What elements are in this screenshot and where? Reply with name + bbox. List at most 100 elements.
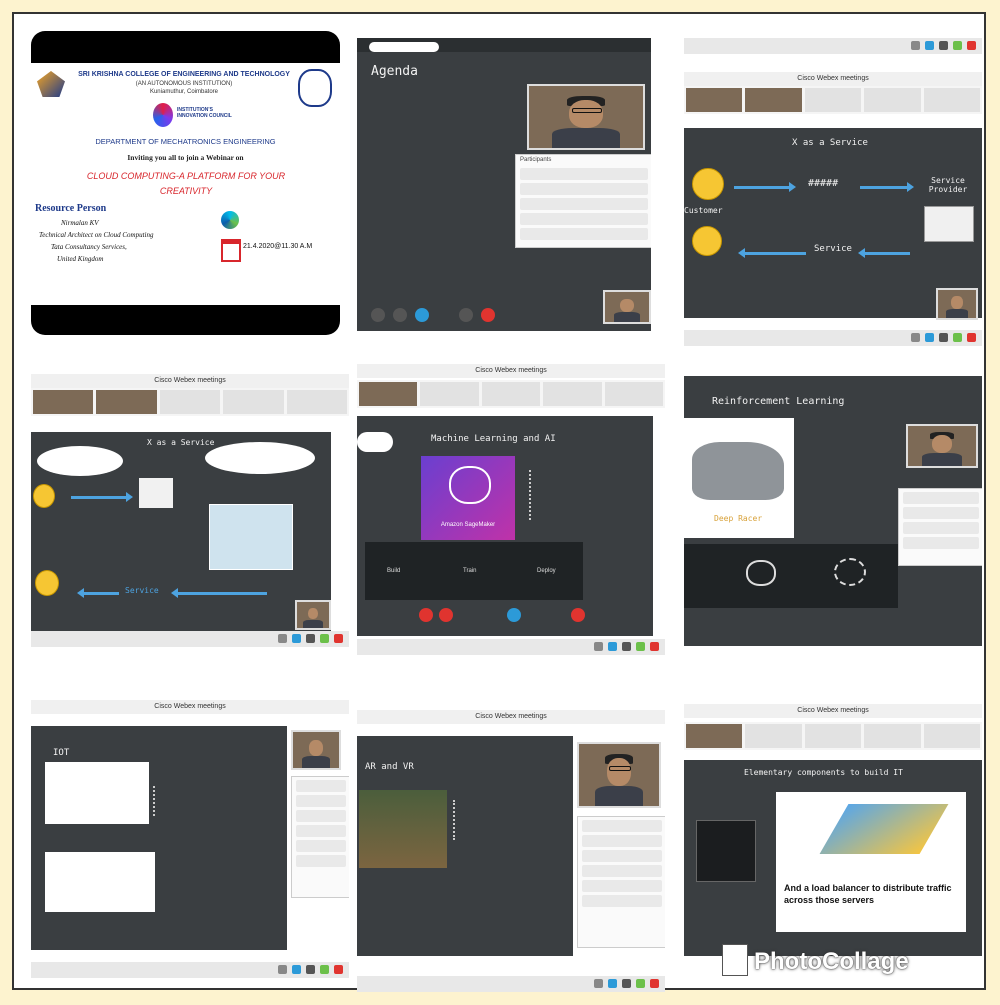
deepracer-car [692, 442, 784, 500]
photocollage-logo [722, 944, 748, 976]
presenter-video [936, 288, 978, 320]
xaas-title: X as a Service [147, 438, 215, 447]
deploy-label: Deploy [537, 568, 556, 574]
service-label: Service [125, 586, 159, 595]
screenshot-ml-ai: Cisco Webex meetings Machine Learning an… [357, 362, 665, 655]
participants-panel: Participants [515, 154, 651, 248]
webinar-datetime: 21.4.2020@11.30 A.M [243, 243, 313, 250]
hash-token: ##### [808, 178, 839, 189]
brain-icon [746, 560, 776, 586]
meeting-title: Cisco Webex meetings [31, 374, 349, 388]
invite-text: Inviting you all to join a Webinar on [127, 153, 244, 162]
photocollage-watermark: PhotoCollage [754, 948, 909, 975]
build-label: Build [387, 568, 401, 574]
presenter-video [577, 742, 661, 808]
screenshot-iot: Cisco Webex meetings IOT [31, 700, 349, 978]
screenshot-ar-vr: Cisco Webex meetings AR and VR [357, 708, 665, 992]
thinking-emoji [692, 168, 724, 200]
presenter-video [527, 84, 645, 150]
cloud-logo [357, 432, 393, 452]
participants-label: Participants [520, 157, 552, 163]
deepracer-label: Deep Racer [714, 514, 763, 523]
iot-title: IOT [53, 748, 70, 758]
ml-ai-title: Machine Learning and AI [431, 434, 556, 444]
share-button[interactable] [415, 308, 429, 322]
college-name: SRI KRISHNA COLLEGE OF ENGINEERING AND T… [78, 71, 290, 78]
iic-label: INSTITUTION'S INNOVATION COUNCIL [177, 107, 232, 119]
brain-icon [449, 466, 491, 504]
request-arrow [71, 492, 133, 502]
return-arrow-left [738, 248, 806, 258]
speech-bubble-left [37, 446, 123, 476]
load-balancer-caption: And a load balancer to distribute traffi… [784, 883, 952, 905]
speaker-name: Nirmalan KV [61, 219, 99, 227]
screenshot-xaas-diagram: Cisco Webex meetings X as a Service Serv… [31, 374, 349, 647]
agenda-title: Agenda [371, 64, 418, 79]
reinforcement-title: Reinforcement Learning [712, 396, 845, 407]
emblem-logo [298, 69, 332, 107]
vr-game-screenshot [359, 790, 447, 868]
gears-icon [834, 558, 866, 586]
happy-emoji [692, 226, 722, 256]
return-arrow [77, 588, 119, 598]
department-label: DEPARTMENT OF MECHATRONICS ENGINEERING [95, 137, 276, 146]
rl-icons-strip [684, 544, 898, 608]
iic-logo [153, 103, 173, 127]
meeting-title: Cisco Webex meetings [684, 704, 982, 718]
end-call-button[interactable] [481, 308, 495, 322]
elementary-title: Elementary components to build IT [744, 768, 903, 777]
xaas-title: X as a Service [792, 138, 868, 148]
more-button[interactable] [459, 308, 473, 322]
return-arrow-long [171, 588, 267, 598]
return-arrow-right [858, 248, 910, 258]
calendar-icon [221, 239, 241, 262]
presenter-video [906, 424, 978, 468]
video-button[interactable] [439, 608, 453, 622]
iot-diagram [45, 762, 149, 824]
search-pill [369, 42, 439, 52]
meeting-title: Cisco Webex meetings [31, 700, 349, 714]
train-label: Train [463, 568, 477, 574]
screenshot-agenda: Agenda Participants [357, 38, 651, 331]
analysis-icon [139, 478, 173, 508]
service-label: Service [814, 244, 852, 254]
participants-panel [577, 816, 665, 948]
ml-bullets [529, 470, 611, 520]
end-call-button[interactable] [571, 608, 585, 622]
speaker-role: Technical Architect on Cloud Computing [39, 231, 154, 239]
share-button[interactable] [507, 608, 521, 622]
forward-arrow [860, 182, 914, 192]
resource-person-heading: Resource Person [35, 203, 107, 214]
video-button[interactable] [393, 308, 407, 322]
webinar-poster: SRI KRISHNA COLLEGE OF ENGINEERING AND T… [31, 31, 340, 335]
location-label: Kuniamuthur, Coimbatore [149, 89, 219, 95]
speaker-company: Tata Consultancy Services, [51, 243, 127, 251]
iot-sketch [45, 852, 155, 912]
iot-bullets [153, 786, 235, 816]
request-arrow [734, 182, 796, 192]
meeting-title: Cisco Webex meetings [684, 72, 982, 86]
screenshot-xaas: Cisco Webex meetings X as a Service Cust… [684, 38, 982, 346]
provider-image [924, 206, 974, 242]
meeting-title: Cisco Webex meetings [357, 710, 665, 724]
sagemaker-label: Amazon SageMaker [440, 522, 496, 528]
presenter-video [295, 600, 331, 630]
participants-panel [291, 776, 349, 898]
speech-bubble-right [205, 442, 315, 474]
screenshot-elementary-components: Cisco Webex meetings Elementary componen… [684, 704, 982, 970]
service-network-graphic [209, 504, 293, 570]
mute-button[interactable] [419, 608, 433, 622]
mute-button[interactable] [371, 308, 385, 322]
college-logo [37, 71, 65, 97]
self-view-video [603, 290, 651, 324]
happy-emoji [35, 570, 59, 596]
speaker-country: United Kingdom [57, 255, 104, 263]
service-provider-label: Service Provider [928, 176, 968, 194]
screenshot-reinforcement-learning: Reinforcement Learning Deep Racer [684, 376, 982, 646]
webex-icon [221, 211, 239, 229]
collage-frame: SRI KRISHNA COLLEGE OF ENGINEERING AND T… [12, 12, 986, 992]
autonomous-label: (AN AUTONOMOUS INSTITUTION) [135, 81, 233, 87]
ar-vr-bullets [453, 800, 535, 840]
customer-label: Customer [684, 206, 723, 215]
participants-panel [898, 488, 982, 566]
